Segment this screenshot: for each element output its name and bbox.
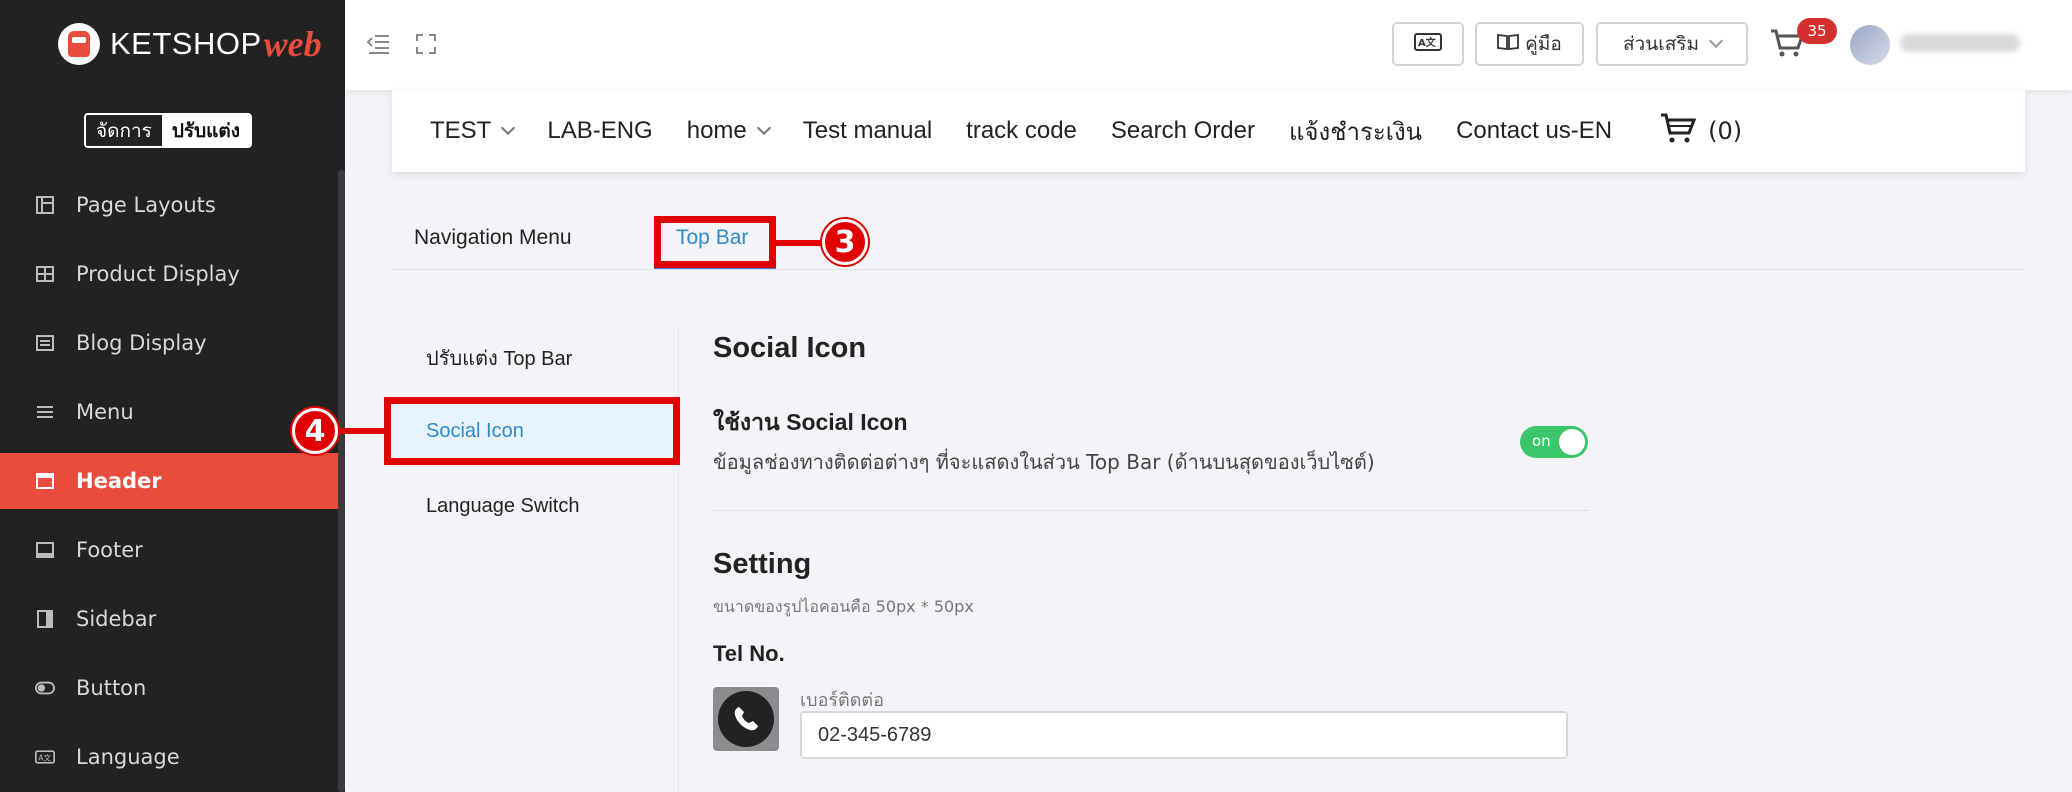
fullscreen-icon[interactable] — [415, 33, 437, 61]
sidebar-item-blog-display[interactable]: Blog Display — [0, 315, 338, 371]
annotation-number-step3: 3 — [822, 219, 868, 265]
preview-nav-item-test-manual[interactable]: Test manual — [803, 117, 932, 145]
chevron-down-icon — [501, 120, 516, 136]
collapse-sidebar-icon[interactable] — [366, 33, 391, 61]
translate-icon: A文 — [1414, 32, 1442, 56]
chevron-down-icon — [756, 120, 771, 136]
annotation-box-step4 — [384, 397, 680, 465]
sidebar-item-label: Page Layouts — [76, 193, 216, 217]
social-icon-toggle[interactable]: on — [1520, 426, 1588, 458]
sidebar-item-label: Button — [76, 676, 147, 700]
chevron-down-icon — [1708, 33, 1724, 49]
layout-icon — [35, 195, 55, 215]
preview-nav-item-track-code[interactable]: track code — [966, 117, 1077, 145]
svg-text:A文: A文 — [38, 752, 51, 762]
mode-manage-button[interactable]: จัดการ — [86, 115, 162, 146]
navigation-preview: TEST LAB-ENG home Test manual track code… — [392, 90, 2025, 172]
cart-count-badge: 35 — [1797, 18, 1837, 44]
brand-logo[interactable]: KETSHOP web — [58, 22, 322, 66]
translate-button[interactable]: A文 — [1392, 22, 1464, 66]
annotation-number-step4: 4 — [292, 408, 338, 454]
manual-button[interactable]: คู่มือ — [1475, 22, 1584, 66]
submenu-language-switch[interactable]: Language Switch — [426, 495, 579, 518]
enable-social-icon-description: ข้อมูลช่องทางติดต่อต่างๆ ที่จะแสดงในส่วน… — [713, 450, 1375, 474]
sidebar-item-product-display[interactable]: Product Display — [0, 246, 338, 302]
preview-nav-item-lab-eng[interactable]: LAB-ENG — [547, 117, 652, 145]
sidebar-item-language[interactable]: A文 Language — [0, 729, 338, 785]
sidebar-item-label: Language — [76, 745, 180, 769]
annotation-line-step4 — [336, 428, 384, 434]
translate-icon: A文 — [35, 747, 55, 767]
icon-size-note: ขนาดของรูปไอคอนคือ 50px * 50px — [713, 597, 974, 616]
sidebar-item-menu[interactable]: Menu — [0, 384, 338, 440]
footer-icon — [35, 540, 55, 560]
sidebar-item-label: Header — [76, 469, 162, 493]
sidebar-item-label: Blog Display — [76, 331, 207, 355]
tel-title: Tel No. — [713, 641, 785, 666]
brand-suffix: web — [263, 24, 322, 64]
window-icon — [35, 471, 55, 491]
sidebar-item-label: Sidebar — [76, 607, 157, 631]
addons-label: ส่วนเสริม — [1622, 33, 1700, 55]
sidebar-item-page-layouts[interactable]: Page Layouts — [0, 177, 338, 233]
preview-nav-item-contact-us[interactable]: Contact us-EN — [1456, 117, 1612, 145]
preview-cart[interactable]: (0) — [1660, 112, 1742, 150]
mode-customize-button[interactable]: ปรับแต่ง — [161, 115, 251, 146]
enable-social-icon-title: ใช้งาน Social Icon — [713, 409, 908, 435]
sidebar-icon — [35, 609, 55, 629]
submenu-customize-top-bar[interactable]: ปรับแต่ง Top Bar — [426, 342, 572, 374]
addons-dropdown[interactable]: ส่วนเสริม — [1596, 22, 1748, 66]
list-icon — [35, 333, 55, 353]
brand-logo-icon — [58, 23, 100, 65]
preview-nav-item-search-order[interactable]: Search Order — [1111, 117, 1255, 145]
setting-title: Setting — [713, 548, 812, 580]
svg-text:A文: A文 — [1418, 36, 1437, 49]
sidebar: KETSHOP web จัดการ ปรับแต่ง Page Layouts… — [0, 0, 345, 792]
tel-icon-preview[interactable] — [713, 687, 779, 751]
cart-icon — [1660, 112, 1697, 150]
sidebar-item-label: Footer — [76, 538, 143, 562]
preview-nav-label: TEST — [430, 117, 492, 144]
grid-icon — [35, 264, 55, 284]
sidebar-item-label: Product Display — [76, 262, 240, 286]
sidebar-item-button[interactable]: Button — [0, 660, 338, 716]
toggle-label: on — [1532, 432, 1551, 450]
preview-cart-count: (0) — [1708, 117, 1743, 145]
phone-icon — [718, 691, 774, 747]
mode-toggle: จัดการ ปรับแต่ง — [84, 113, 253, 148]
preview-nav-item-home[interactable]: home — [686, 117, 771, 145]
username-blurred[interactable] — [1900, 34, 2020, 52]
sidebar-item-label: Menu — [76, 400, 134, 424]
preview-nav-label: home — [686, 117, 747, 144]
avatar[interactable] — [1850, 25, 1890, 65]
brand-name: KETSHOP — [110, 26, 262, 61]
tabs-divider — [392, 269, 2025, 270]
menu-icon — [35, 402, 55, 422]
preview-nav-item-payment[interactable]: แจ้งชำระเงิน — [1289, 112, 1422, 151]
sidebar-item-footer[interactable]: Footer — [0, 522, 338, 578]
toggle-icon — [35, 678, 55, 698]
tab-navigation-menu[interactable]: Navigation Menu — [414, 226, 572, 250]
manual-label: คู่มือ — [1525, 33, 1562, 55]
sidebar-scrollbar[interactable] — [338, 170, 345, 792]
tel-input[interactable] — [800, 711, 1568, 759]
tel-field-label: เบอร์ติดต่อ — [800, 690, 884, 711]
top-bar: A文 คู่มือ ส่วนเสริม — [345, 0, 2072, 90]
section-divider — [713, 510, 1589, 511]
book-icon — [1497, 33, 1520, 56]
annotation-box-step3 — [654, 216, 776, 268]
sidebar-item-sidebar[interactable]: Sidebar — [0, 591, 338, 647]
section-title: Social Icon — [713, 332, 867, 364]
toggle-knob — [1559, 429, 1585, 455]
sidebar-item-header[interactable]: Header — [0, 453, 338, 509]
annotation-line-step3 — [776, 240, 822, 246]
preview-nav-item-test[interactable]: TEST — [430, 117, 516, 145]
